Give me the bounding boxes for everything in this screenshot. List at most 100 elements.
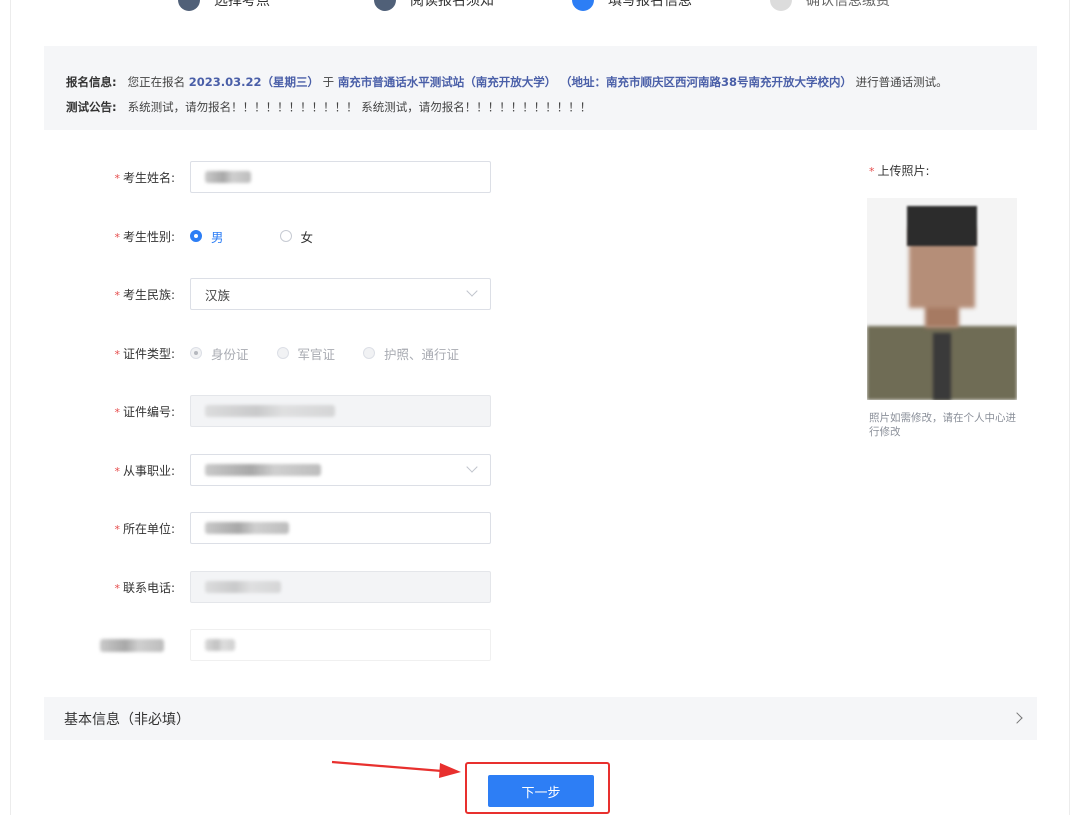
step-4: 确认信息缴费 [770, 0, 890, 12]
blurred-value [205, 464, 321, 476]
signup-info-label: 报名信息: [66, 75, 117, 89]
notice-text: 系统测试，请勿报名！！！！！！！！！！！ 系统测试，请勿报名！！！！！！！！！！… [127, 100, 592, 114]
notice-line: 测试公告: 系统测试，请勿报名！！！！！！！！！！！ 系统测试，请勿报名！！！！… [66, 95, 1015, 120]
radio-checked-icon [190, 347, 202, 359]
test-site: 南充市普通话水平测试站（南充开放大学） [337, 75, 557, 89]
step-label: 选择考点 [214, 0, 270, 9]
signup-at: 于 [322, 75, 335, 89]
test-address: （地址：南充市顺庆区西河南路38号南充开放大学校内） [559, 75, 852, 89]
form-row-phone: * 联系电话: [0, 571, 500, 603]
redacted-input[interactable] [190, 629, 491, 661]
required-mark: * [114, 465, 120, 478]
signup-suffix: 进行普通话测试。 [855, 75, 948, 89]
ethnicity-label-text: 考生民族: [122, 288, 175, 302]
form-row-id-number: * 证件编号: [0, 395, 500, 427]
applicant-photo[interactable] [867, 198, 1017, 400]
blurred-value [205, 581, 281, 593]
photo-label-text: 上传照片: [877, 164, 930, 178]
gender-label: * 考生性别: [0, 228, 175, 245]
id-type-label: * 证件类型: [0, 345, 175, 362]
step-3: 填写报名信息 [572, 0, 692, 12]
id-number-label: * 证件编号: [0, 403, 175, 420]
form-row-gender: * 考生性别: 男 女 [0, 220, 500, 252]
form-row-occupation: * 从事职业: [0, 454, 500, 486]
signup-info-line: 报名信息: 您正在报名 2023.03.22（星期三） 于 南充市普通话水平测试… [66, 70, 1015, 95]
id-type-radio-passport[interactable]: 护照、通行证 [363, 344, 459, 363]
basic-info-collapse[interactable]: 基本信息（非必填） [44, 697, 1037, 740]
gender-option-label: 女 [300, 229, 314, 245]
required-mark: * [114, 523, 120, 536]
step-done-icon [374, 0, 396, 11]
registration-page: 选择考点 阅读报名须知 填写报名信息 确认信息缴费 报名信息: 您正在报名 20… [0, 0, 1080, 815]
right-border [1069, 0, 1070, 815]
blurred-value [205, 639, 235, 651]
id-type-radio-id-card[interactable]: 身份证 [190, 344, 249, 363]
form-row-name: * 考生姓名: [0, 161, 500, 193]
id-number-label-text: 证件编号: [122, 405, 175, 419]
gender-option-label: 男 [211, 229, 224, 245]
blurred-value [205, 405, 335, 417]
occupation-label-text: 从事职业: [122, 464, 175, 478]
photo-note: 照片如需修改，请在个人中心进行修改 [869, 412, 1016, 438]
occupation-select[interactable] [190, 454, 491, 486]
ethnicity-select[interactable]: 汉族 [190, 278, 491, 310]
id-type-option-label: 护照、通行证 [384, 346, 460, 362]
id-type-radio-officer[interactable]: 军官证 [276, 344, 335, 363]
chevron-right-icon [1011, 712, 1023, 724]
occupation-label: * 从事职业: [0, 462, 175, 479]
step-1: 选择考点 [178, 0, 270, 12]
form-row-ethnicity: * 考生民族: 汉族 [0, 278, 500, 310]
required-mark: * [114, 172, 120, 185]
phone-input[interactable] [190, 571, 491, 603]
notice-label: 测试公告: [66, 100, 117, 114]
radio-unchecked-icon [279, 230, 292, 242]
form-row-redacted [0, 629, 500, 661]
required-mark: * [114, 582, 120, 595]
name-label-text: 考生姓名: [122, 171, 175, 185]
annotation-arrow-icon [331, 760, 461, 778]
next-button[interactable]: 下一步 [488, 775, 594, 807]
photo-hair [907, 206, 977, 246]
required-mark: * [114, 289, 120, 302]
step-pending-icon [770, 0, 792, 11]
required-mark: * [114, 406, 120, 419]
employer-label-text: 所在单位: [122, 522, 175, 536]
gender-label-text: 考生性别: [122, 230, 175, 244]
photo-label: * 上传照片: [869, 162, 930, 179]
ethnicity-label: * 考生民族: [0, 286, 175, 303]
step-2: 阅读报名须知 [374, 0, 494, 12]
id-number-input[interactable] [190, 395, 491, 427]
phone-label-text: 联系电话: [122, 581, 175, 595]
radio-checked-icon [190, 230, 202, 242]
step-done-icon [178, 0, 200, 11]
radio-unchecked-icon [363, 347, 376, 359]
required-mark: * [869, 165, 875, 178]
employer-input[interactable] [190, 512, 491, 544]
phone-label: * 联系电话: [0, 579, 175, 596]
id-type-label-text: 证件类型: [122, 347, 175, 361]
chevron-down-icon [466, 285, 478, 297]
required-mark: * [114, 231, 120, 244]
name-input[interactable] [190, 161, 491, 193]
gender-radio-female[interactable]: 女 [279, 227, 314, 246]
blurred-value [205, 171, 251, 183]
step-indicator: 选择考点 阅读报名须知 填写报名信息 确认信息缴费 [0, 0, 1080, 12]
id-type-radio-group: 身份证 军官证 护照、通行证 [190, 337, 487, 369]
photo-tie [933, 333, 951, 400]
redacted-label [100, 639, 164, 652]
radio-unchecked-icon [276, 347, 289, 359]
step-label: 填写报名信息 [608, 0, 692, 9]
gender-radio-group: 男 女 [190, 220, 353, 252]
form-row-id-type: * 证件类型: 身份证 军官证 护照、通行证 [0, 337, 500, 369]
employer-label: * 所在单位: [0, 520, 175, 537]
signup-date: 2023.03.22（星期三） [188, 75, 319, 89]
signup-prefix: 您正在报名 [127, 75, 186, 89]
chevron-down-icon [466, 461, 478, 473]
ethnicity-value: 汉族 [205, 287, 231, 303]
form-row-employer: * 所在单位: [0, 512, 500, 544]
name-label: * 考生姓名: [0, 169, 175, 186]
gender-radio-male[interactable]: 男 [190, 227, 224, 246]
step-current-icon [572, 0, 594, 11]
id-type-option-label: 身份证 [211, 346, 249, 362]
blurred-value [205, 522, 289, 534]
